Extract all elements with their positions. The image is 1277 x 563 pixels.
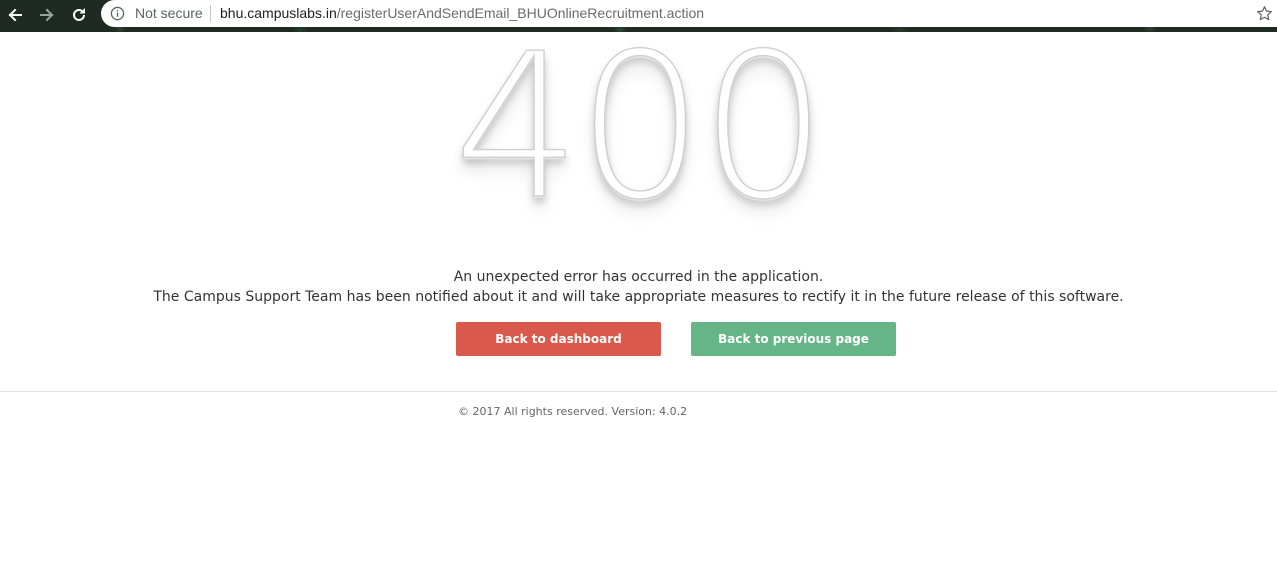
star-icon[interactable] xyxy=(1256,5,1273,22)
back-button[interactable] xyxy=(3,3,27,27)
reload-icon xyxy=(73,8,85,21)
back-icon xyxy=(8,8,22,22)
reload-button[interactable] xyxy=(67,3,91,27)
footer-divider xyxy=(0,391,1277,392)
footer-copyright: © 2017 All rights reserved. Version: 4.0… xyxy=(458,405,688,418)
error-message: An unexpected error has occurred in the … xyxy=(0,267,1277,307)
error-code: 400 xyxy=(453,11,828,244)
security-label[interactable]: Not secure xyxy=(135,5,203,21)
url-host: bhu.campuslabs.in xyxy=(220,5,337,21)
forward-icon xyxy=(40,8,54,22)
back-to-previous-page-button[interactable]: Back to previous page xyxy=(691,322,896,356)
forward-button[interactable] xyxy=(35,3,59,27)
error-message-line2: The Campus Support Team has been notifie… xyxy=(153,289,1124,305)
info-icon[interactable] xyxy=(110,6,125,21)
separator xyxy=(210,5,211,22)
error-message-line1: An unexpected error has occurred in the … xyxy=(453,269,824,285)
error-page: 400 An unexpected error has occurred in … xyxy=(0,27,1277,563)
back-to-dashboard-button[interactable]: Back to dashboard xyxy=(456,322,661,356)
